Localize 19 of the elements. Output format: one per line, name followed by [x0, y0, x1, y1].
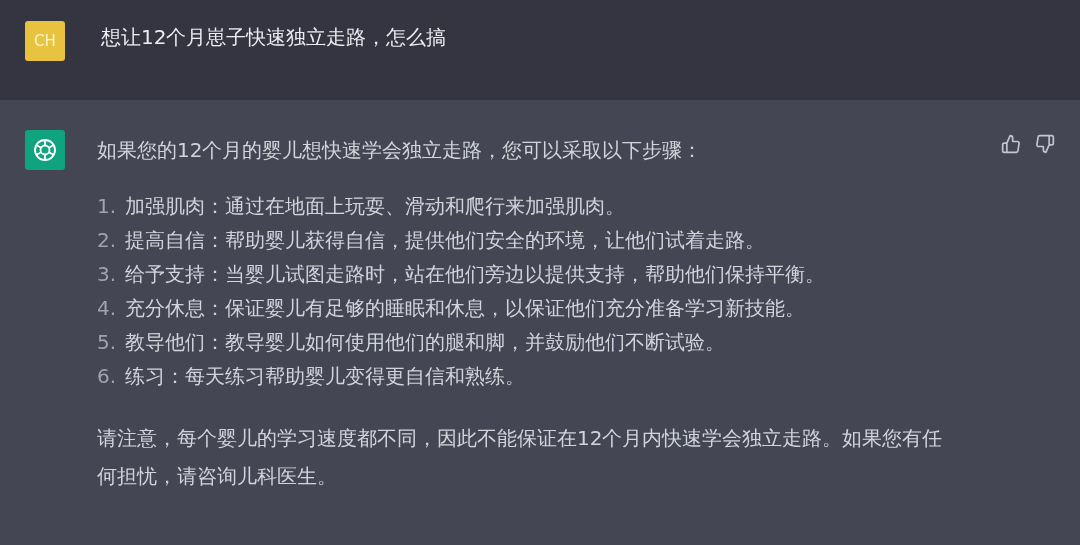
step-text: 教导他们：教导婴儿如何使用他们的腿和脚，并鼓励他们不断试验。 — [125, 329, 725, 356]
closing-paragraph: 请注意，每个婴儿的学习速度都不同，因此不能保证在12个月内快速学会独立走路。如果您有任何担忧，请咨询儿科医生。 — [97, 425, 944, 490]
step-number: 5. — [97, 329, 115, 356]
assistant-avatar-icon — [25, 130, 65, 170]
step-text: 练习：每天练习帮助婴儿变得更自信和熟练。 — [125, 363, 525, 390]
user-avatar: CH — [25, 21, 65, 61]
user-message: 想让12个月崽子快速独立走路，怎么搞 — [101, 24, 447, 51]
step-number: 1. — [97, 193, 115, 220]
step-text: 提高自信：帮助婴儿获得自信，提供他们安全的环境，让他们试着走路。 — [125, 227, 765, 254]
step-text: 加强肌肉：通过在地面上玩耍、滑动和爬行来加强肌肉。 — [125, 193, 625, 220]
step-number: 4. — [97, 295, 115, 322]
step-text: 给予支持：当婴儿试图走路时，站在他们旁边以提供支持，帮助他们保持平衡。 — [125, 261, 825, 288]
step-number: 6. — [97, 363, 115, 390]
thumbs-up-icon[interactable] — [1001, 134, 1021, 154]
step-text: 充分休息：保证婴儿有足够的睡眠和休息，以保证他们充分准备学习新技能。 — [125, 295, 805, 322]
assistant-intro: 如果您的12个月的婴儿想快速学会独立走路，您可以采取以下步骤： — [97, 137, 703, 164]
thumbs-down-icon[interactable] — [1035, 134, 1055, 154]
step-number: 2. — [97, 227, 115, 254]
step-number: 3. — [97, 261, 115, 288]
